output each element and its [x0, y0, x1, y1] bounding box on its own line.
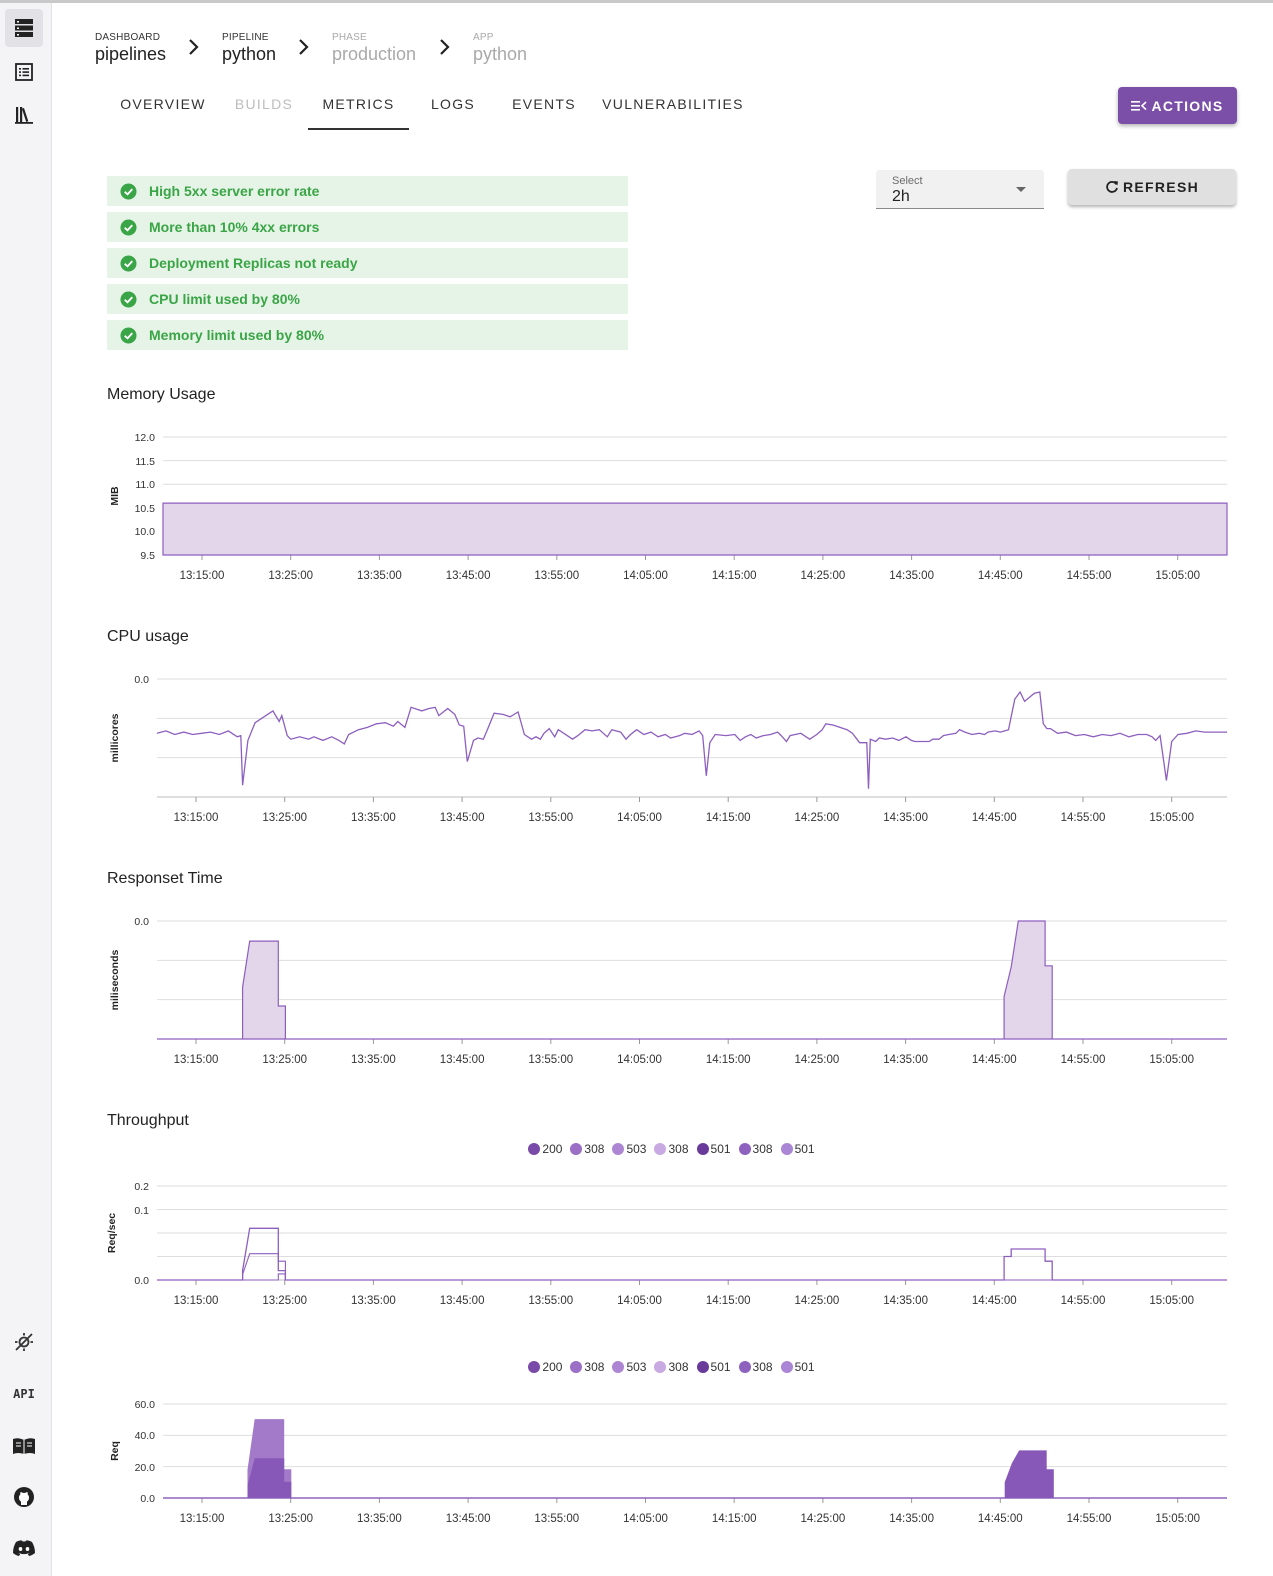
x-tick-label: 14:05:00 — [623, 1513, 668, 1525]
x-tick-label: 13:35:00 — [357, 1513, 402, 1525]
x-tick-label: 13:25:00 — [268, 1513, 313, 1525]
series-area — [163, 1450, 1227, 1499]
x-tick-label: 15:05:00 — [1155, 1513, 1200, 1525]
x-tick-label: 14:55:00 — [1067, 1513, 1112, 1525]
x-tick-label: 14:25:00 — [801, 1513, 846, 1525]
y-axis-label: Req — [109, 1441, 121, 1461]
x-tick-label: 13:55:00 — [534, 1513, 579, 1525]
x-tick-label: 13:45:00 — [446, 1513, 491, 1525]
x-tick-label: 13:15:00 — [180, 1513, 225, 1525]
series-area — [163, 1419, 1227, 1499]
y-tick-label: 40.0 — [135, 1430, 156, 1442]
x-tick-label: 14:45:00 — [978, 1513, 1023, 1525]
y-tick-label: 60.0 — [135, 1399, 156, 1411]
x-tick-label: 14:35:00 — [889, 1513, 934, 1525]
y-tick-label: 20.0 — [135, 1462, 156, 1474]
x-tick-label: 14:15:00 — [712, 1513, 757, 1525]
requests-chart: 60.0 40.0 20.0 0.0 Req 13:15:00 13:25:00 13:35:… — [109, 1399, 1227, 1525]
y-tick-label: 0.0 — [140, 1493, 155, 1505]
